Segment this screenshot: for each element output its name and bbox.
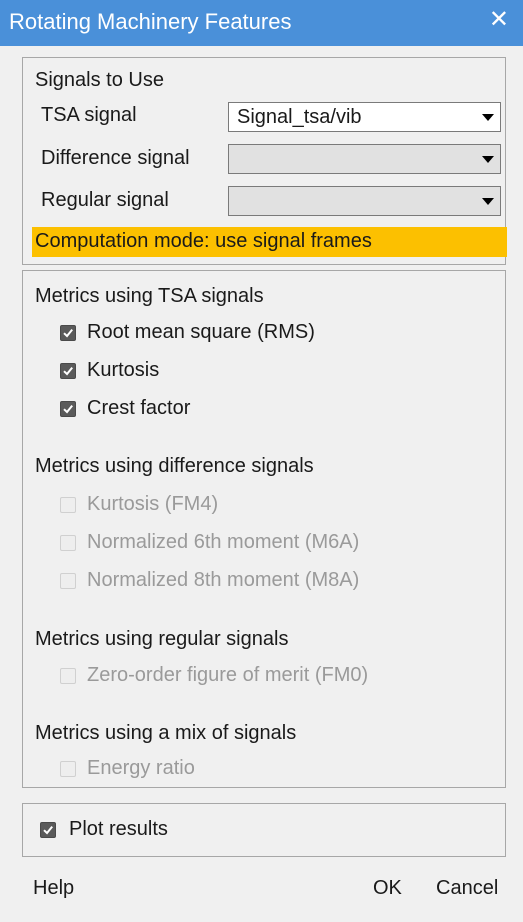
fm0-checkbox[interactable] (60, 668, 76, 684)
metrics-panel: Metrics using TSA signals Root mean squa… (22, 270, 506, 788)
checkmark-icon (63, 328, 73, 338)
chevron-down-icon (482, 156, 494, 163)
plot-results-checkbox[interactable] (40, 822, 56, 838)
fm0-label: Zero-order figure of merit (FM0) (87, 664, 369, 686)
regular-signal-label: Regular signal (41, 189, 169, 211)
chevron-down-icon (482, 198, 494, 205)
checkmark-icon (43, 825, 53, 835)
cancel-button[interactable]: Cancel (436, 877, 498, 900)
checkmark-icon (63, 404, 73, 414)
energy-ratio-label: Energy ratio (87, 757, 195, 779)
help-button[interactable]: Help (33, 877, 74, 900)
signals-panel: Signals to Use TSA signal Signal_tsa/vib… (22, 57, 507, 265)
tsa-signal-dropdown[interactable]: Signal_tsa/vib (228, 102, 501, 132)
difference-signal-label: Difference signal (41, 147, 190, 169)
m6a-label: Normalized 6th moment (M6A) (87, 531, 360, 553)
fm4-label: Kurtosis (FM4) (87, 493, 219, 515)
rms-label: Root mean square (RMS) (87, 321, 315, 343)
tsa-signal-value: Signal_tsa/vib (237, 106, 362, 128)
regular-metrics-header: Metrics using regular signals (35, 628, 289, 650)
crest-factor-label: Crest factor (87, 397, 191, 419)
checkmark-icon (63, 366, 73, 376)
title-bar: Rotating Machinery Features ✕ (0, 0, 523, 46)
regular-signal-dropdown[interactable] (228, 186, 501, 216)
energy-ratio-checkbox[interactable] (60, 761, 76, 777)
rotating-machinery-features-dialog: Rotating Machinery Features ✕ Signals to… (0, 0, 523, 922)
kurtosis-label: Kurtosis (87, 359, 160, 381)
m6a-checkbox[interactable] (60, 535, 76, 551)
plot-results-label: Plot results (69, 818, 168, 840)
fm4-checkbox[interactable] (60, 497, 76, 513)
computation-mode-banner: Computation mode: use signal frames (32, 227, 507, 257)
signals-header: Signals to Use (35, 69, 164, 91)
window-title: Rotating Machinery Features (9, 9, 292, 34)
close-icon[interactable]: ✕ (489, 8, 509, 32)
m8a-checkbox[interactable] (60, 573, 76, 589)
tsa-metrics-header: Metrics using TSA signals (35, 285, 264, 307)
tsa-signal-label: TSA signal (41, 104, 137, 126)
crest-factor-checkbox[interactable] (60, 401, 76, 417)
chevron-down-icon (482, 114, 494, 121)
difference-signal-dropdown[interactable] (228, 144, 501, 174)
m8a-label: Normalized 8th moment (M8A) (87, 569, 360, 591)
rms-checkbox[interactable] (60, 325, 76, 341)
ok-button[interactable]: OK (373, 877, 402, 900)
plot-panel: Plot results (22, 803, 506, 857)
mix-metrics-header: Metrics using a mix of signals (35, 722, 297, 744)
kurtosis-checkbox[interactable] (60, 363, 76, 379)
difference-metrics-header: Metrics using difference signals (35, 455, 314, 477)
